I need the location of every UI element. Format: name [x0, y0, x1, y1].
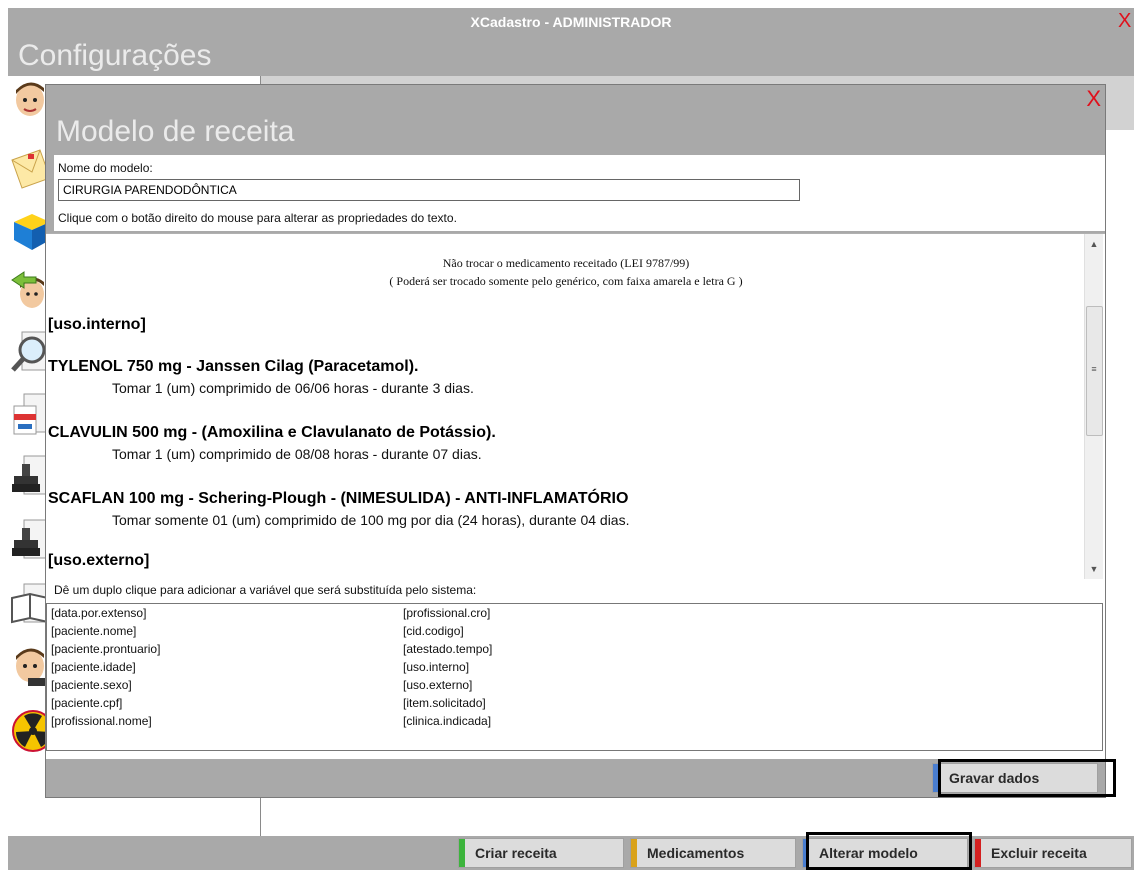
medication-title: CLAVULIN 500 mg - (Amoxilina e Clavulana… [48, 424, 496, 441]
medications-button[interactable]: Medicamentos [630, 838, 796, 868]
variable-item[interactable]: [profissional.nome] [51, 714, 152, 728]
medication-title: SCAFLAN 100 mg - Schering-Plough - (NIME… [48, 490, 629, 507]
variables-panel: Dê um duplo clique para adicionar a vari… [46, 579, 1105, 759]
edit-model-button-label: Alterar modelo [819, 845, 918, 861]
variable-item[interactable]: [clinica.indicada] [403, 714, 491, 728]
create-button-label: Criar receita [475, 845, 557, 861]
variable-item[interactable]: [paciente.nome] [51, 624, 136, 638]
prescription-model-dialog: X Modelo de receita Nome do modelo: Cliq… [45, 84, 1116, 798]
scroll-down-arrow-icon[interactable]: ▼ [1085, 561, 1103, 577]
scroll-up-arrow-icon[interactable]: ▲ [1085, 236, 1103, 252]
save-button-label: Gravar dados [949, 770, 1040, 786]
medications-button-stripe [631, 839, 637, 867]
medication-instruction: Tomar somente 01 (um) comprimido de 100 … [112, 512, 630, 528]
dialog-title: Modelo de receita [56, 115, 295, 148]
model-name-input[interactable] [58, 179, 800, 201]
dialog-footer: Gravar dados [46, 759, 1116, 797]
variable-item[interactable]: [paciente.cpf] [51, 696, 122, 710]
dialog-close-button[interactable]: X [1086, 87, 1101, 111]
notice-line-1: Não trocar o medicamento receitado (LEI … [442, 256, 690, 270]
variable-item[interactable]: [paciente.prontuario] [51, 642, 160, 656]
create-prescription-button[interactable]: Criar receita [458, 838, 624, 868]
model-name-label: Nome do modelo: [58, 161, 153, 175]
window-title: XCadastro - ADMINISTRADOR [470, 14, 672, 30]
variable-item[interactable]: [item.solicitado] [403, 696, 486, 710]
delete-prescription-button[interactable]: Excluir receita [974, 838, 1132, 868]
window-close-button[interactable]: X [1118, 8, 1134, 36]
edit-model-button-stripe [803, 839, 809, 867]
scroll-grip-icon: ≡ [1091, 364, 1097, 374]
variable-item[interactable]: [uso.externo] [403, 678, 472, 692]
editor-hint: Clique com o botão direito do mouse para… [58, 211, 457, 225]
medication-title: TYLENOL 750 mg - Janssen Cilag (Paraceta… [48, 358, 419, 375]
variable-item[interactable]: [cid.codigo] [403, 624, 464, 638]
prescription-text-editor[interactable]: Não trocar o medicamento receitado (LEI … [46, 233, 1105, 579]
variable-item[interactable]: [paciente.sexo] [51, 678, 132, 692]
edit-model-button[interactable]: Alterar modelo [802, 838, 968, 868]
section-external-use: [uso.externo] [48, 552, 150, 569]
save-button-stripe [933, 764, 939, 792]
window-title-bar: XCadastro - ADMINISTRADOR [8, 8, 1134, 36]
delete-button-stripe [975, 839, 981, 867]
editor-scrollbar[interactable]: ▲ ≡ ▼ [1084, 234, 1103, 579]
variable-item[interactable]: [profissional.cro] [403, 606, 490, 620]
medication-instruction: Tomar 1 (um) comprimido de 08/08 horas -… [112, 446, 482, 462]
section-internal-use: [uso.interno] [48, 316, 146, 333]
bottom-action-bar: Criar receita Medicamentos Alterar model… [8, 836, 1134, 870]
variables-hint: Dê um duplo clique para adicionar a vari… [54, 583, 477, 597]
variable-item[interactable]: [data.por.extenso] [51, 606, 146, 620]
variable-item[interactable]: [atestado.tempo] [403, 642, 492, 656]
variable-item[interactable]: [uso.interno] [403, 660, 469, 674]
medications-button-label: Medicamentos [647, 845, 745, 861]
medication-instruction: Tomar 1 (um) comprimido de 06/06 horas -… [112, 380, 474, 396]
create-button-stripe [459, 839, 465, 867]
variable-item[interactable]: [paciente.idade] [51, 660, 136, 674]
delete-button-label: Excluir receita [991, 845, 1087, 861]
model-name-panel: Nome do modelo: Clique com o botão direi… [54, 155, 1105, 231]
page-title: Configurações [8, 36, 1134, 76]
save-data-button[interactable]: Gravar dados [932, 763, 1098, 793]
variables-list[interactable]: [data.por.extenso] [paciente.nome] [paci… [46, 603, 1103, 751]
notice-line-2: ( Poderá ser trocado somente pelo genéri… [389, 274, 743, 288]
